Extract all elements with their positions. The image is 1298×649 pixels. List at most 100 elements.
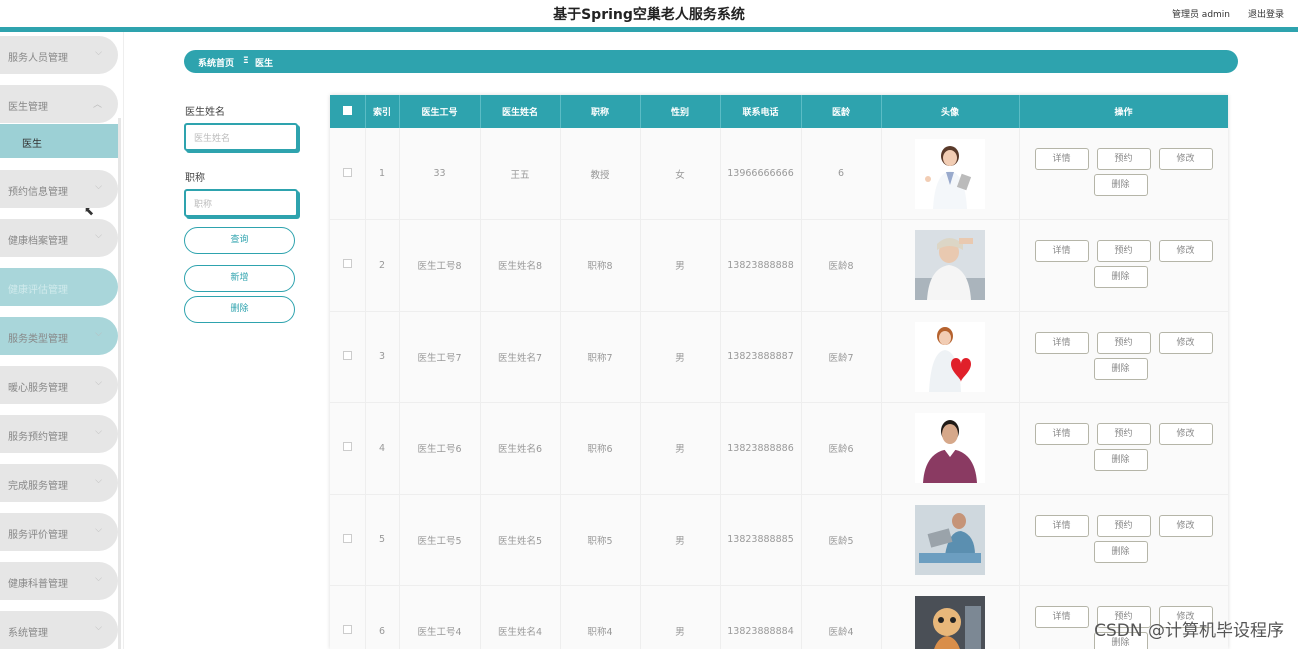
book-button[interactable]: 预约 xyxy=(1096,331,1151,354)
edit-button[interactable]: 修改 xyxy=(1158,423,1213,445)
table-row: 5 医生工号5 医生姓名5 职称5 男 13823888885 医龄5 详情 预约 修改 删除 xyxy=(330,494,1228,586)
logout-link[interactable]: 退出登录 xyxy=(1248,7,1284,20)
sidebar-item-health-record[interactable]: 健康档案管理 ⌵ xyxy=(0,219,118,257)
sidebar-item-doctor[interactable]: 医生管理 ︿ xyxy=(0,85,118,123)
book-button[interactable]: 预约 xyxy=(1096,514,1151,537)
edit-button[interactable]: 修改 xyxy=(1158,240,1213,262)
sidebar-item-label: 健康档案管理 xyxy=(8,236,68,247)
edit-button[interactable]: 修改 xyxy=(1158,148,1213,170)
remove-button[interactable]: 删除 xyxy=(1093,357,1148,380)
chevron-down-icon: ⌵ xyxy=(95,427,102,437)
cell-gender: 男 xyxy=(640,494,721,586)
cell-doctor-no: 医生工号4 xyxy=(399,585,481,649)
row-checkbox[interactable] xyxy=(330,402,366,495)
row-checkbox[interactable] xyxy=(330,311,366,403)
edit-button[interactable]: 修改 xyxy=(1158,514,1213,537)
remove-button[interactable]: 删除 xyxy=(1093,449,1148,471)
row-checkbox[interactable] xyxy=(330,219,366,312)
cell-avatar xyxy=(881,402,1020,495)
watermark: CSDN @计算机毕设程序 xyxy=(1094,621,1284,641)
detail-button[interactable]: 详情 xyxy=(1034,331,1089,354)
cell-index: 5 xyxy=(365,494,400,586)
detail-button[interactable]: 详情 xyxy=(1034,423,1089,445)
remove-button[interactable]: 删除 xyxy=(1093,174,1148,196)
book-button[interactable]: 预约 xyxy=(1096,148,1151,170)
top-header: 基于Spring空巢老人服务系统 管理员 admin 退出登录 xyxy=(0,0,1298,27)
cell-doctor-no: 医生工号7 xyxy=(399,311,481,403)
sidebar-item-label: 服务评价管理 xyxy=(8,530,68,541)
title-label: 职称 xyxy=(185,173,205,184)
cell-doctor-name: 医生姓名8 xyxy=(480,219,561,312)
cell-index: 1 xyxy=(365,128,400,220)
table-row: 2 医生工号8 医生姓名8 职称8 男 13823888888 医龄8 详情 预约 修改 删除 xyxy=(330,219,1228,312)
sidebar-item-label: 健康科普管理 xyxy=(8,579,68,590)
cell-doctor-no: 33 xyxy=(399,128,481,220)
sidebar-item-booking[interactable]: 预约信息管理 ⌵ xyxy=(0,170,118,208)
cell-years: 医龄7 xyxy=(801,311,882,403)
select-all-checkbox[interactable] xyxy=(330,95,366,128)
col-header: 头像 xyxy=(881,95,1020,128)
cell-years: 医龄5 xyxy=(801,494,882,586)
add-button[interactable]: 新增 xyxy=(184,265,295,292)
sidebar-scrollbar[interactable] xyxy=(118,118,121,649)
col-header: 操作 xyxy=(1019,95,1228,128)
row-checkbox[interactable] xyxy=(330,494,366,586)
sidebar-subitem-doctor[interactable]: 医生 xyxy=(0,124,118,158)
detail-button[interactable]: 详情 xyxy=(1034,240,1089,262)
col-header: 联系电话 xyxy=(720,95,802,128)
header-accent-bar xyxy=(0,27,1298,32)
sidebar-item-health-science[interactable]: 健康科普管理 ⌵ xyxy=(0,562,118,600)
avatar xyxy=(915,138,985,209)
row-checkbox[interactable] xyxy=(330,128,366,220)
table-row: 3 医生工号7 医生姓名7 职称7 男 13823888887 医龄7 详情 预约 修改 删除 xyxy=(330,311,1228,403)
sidebar-item-staff[interactable]: 服务人员管理 ⌵ xyxy=(0,36,118,74)
cell-index: 4 xyxy=(365,402,400,495)
cell-index: 2 xyxy=(365,219,400,312)
sidebar-item-label: 服务预约管理 xyxy=(8,432,68,443)
mouse-cursor-icon: ⬉ xyxy=(84,204,95,218)
doctor-name-input[interactable]: 医生姓名 xyxy=(184,123,298,151)
chevron-down-icon: ⌵ xyxy=(95,329,102,339)
remove-button[interactable]: 删除 xyxy=(1093,540,1148,563)
sidebar-item-service-type[interactable]: 服务类型管理 ⌵ xyxy=(0,317,118,355)
sidebar-item-warm-service[interactable]: 暖心服务管理 ⌵ xyxy=(0,366,118,404)
remove-button[interactable]: 删除 xyxy=(1093,266,1148,288)
delete-button[interactable]: 删除 xyxy=(184,296,295,323)
title-input[interactable]: 职称 xyxy=(184,189,298,217)
breadcrumb: 系统首页 Ξ 医生 xyxy=(184,50,1238,73)
table-header-row: 索引 医生工号 医生姓名 职称 性别 联系电话 医龄 头像 操作 xyxy=(330,95,1228,128)
col-header: 医龄 xyxy=(801,95,882,128)
sidebar-item-completed-service[interactable]: 完成服务管理 ⌵ xyxy=(0,464,118,502)
breadcrumb-home[interactable]: 系统首页 xyxy=(198,56,234,69)
cell-avatar xyxy=(881,311,1020,403)
sidebar-item-service-booking[interactable]: 服务预约管理 ⌵ xyxy=(0,415,118,453)
book-button[interactable]: 预约 xyxy=(1096,423,1151,445)
sidebar-item-label: 服务类型管理 xyxy=(8,334,68,345)
cell-index: 6 xyxy=(365,585,400,649)
cell-doctor-name: 医生姓名4 xyxy=(480,585,561,649)
chevron-down-icon: ⌵ xyxy=(95,231,102,241)
cell-doctor-name: 医生姓名5 xyxy=(480,494,561,586)
sidebar-item-service-review[interactable]: 服务评价管理 ⌵ xyxy=(0,513,118,551)
detail-button[interactable]: 详情 xyxy=(1034,148,1089,170)
edit-button[interactable]: 修改 xyxy=(1158,331,1213,354)
sidebar-item-system[interactable]: 系统管理 ⌵ xyxy=(0,611,118,649)
book-button[interactable]: 预约 xyxy=(1096,240,1151,262)
sidebar-subitem-label: 医生 xyxy=(22,139,42,150)
cell-actions: 详情 预约 修改 删除 xyxy=(1019,128,1228,220)
detail-button[interactable]: 详情 xyxy=(1034,514,1089,537)
cell-years: 医龄8 xyxy=(801,219,882,312)
sidebar: 服务人员管理 ⌵ 医生管理 ︿ 医生 预约信息管理 ⌵ 健康档案管理 ⌵ 健康评… xyxy=(0,32,124,649)
avatar xyxy=(915,504,985,575)
chevron-down-icon: ⌵ xyxy=(95,525,102,535)
cell-gender: 男 xyxy=(640,219,721,312)
sidebar-item-label: 健康评估管理 xyxy=(8,285,68,296)
detail-button[interactable]: 详情 xyxy=(1034,606,1089,628)
query-button[interactable]: 查询 xyxy=(184,227,295,254)
chevron-down-icon: ⌵ xyxy=(95,182,102,192)
breadcrumb-current: 医生 xyxy=(255,59,274,69)
sidebar-item-health-assessment[interactable]: 健康评估管理 xyxy=(0,268,118,306)
row-checkbox[interactable] xyxy=(330,585,366,649)
avatar xyxy=(915,321,985,392)
cell-phone: 13823888887 xyxy=(720,311,802,403)
